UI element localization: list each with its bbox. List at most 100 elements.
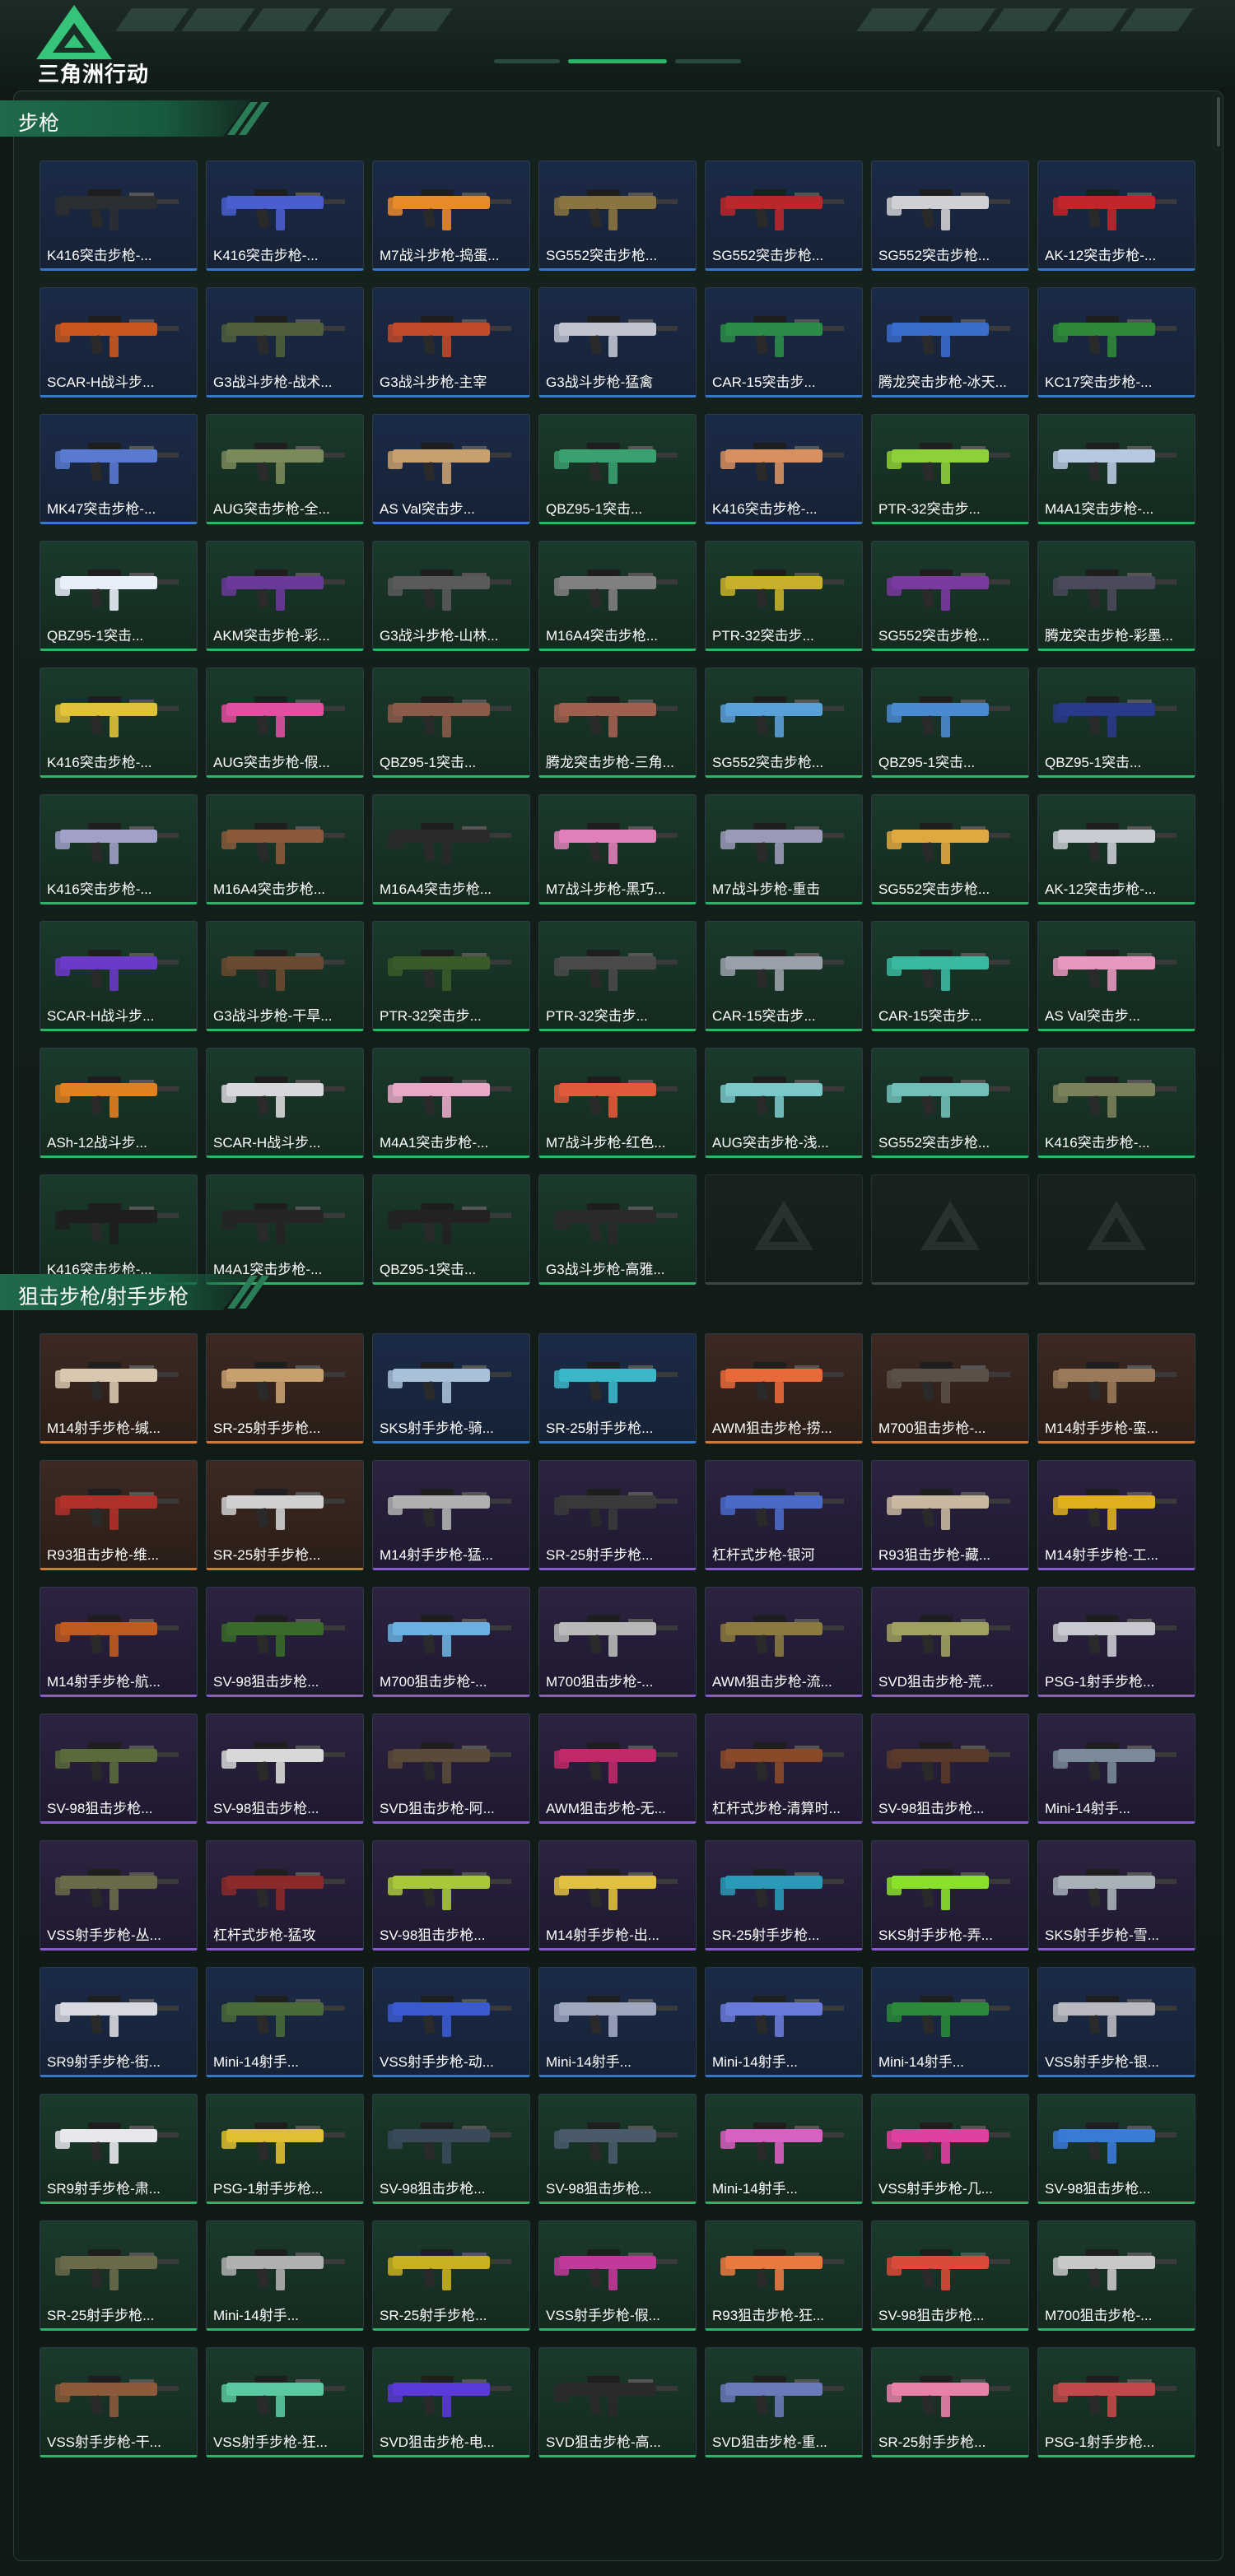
weapon-skin-card[interactable]: SR-25射手步枪...: [372, 2220, 530, 2331]
weapon-skin-card[interactable]: SR-25射手步枪...: [871, 2347, 1029, 2457]
weapon-skin-card[interactable]: SV-98狙击步枪...: [40, 1713, 198, 1824]
weapon-skin-card[interactable]: M14射手步枪-出...: [538, 1840, 697, 1951]
weapon-skin-card[interactable]: MK47突击步枪-...: [40, 414, 198, 524]
weapon-skin-card[interactable]: SG552突击步枪...: [871, 794, 1029, 904]
weapon-skin-card[interactable]: PTR-32突击步...: [372, 921, 530, 1031]
weapon-skin-card[interactable]: AWM狙击步枪-无...: [538, 1713, 697, 1824]
weapon-skin-card[interactable]: AWM狙击步枪-流...: [705, 1587, 863, 1697]
weapon-skin-card[interactable]: SV-98狙击步枪...: [372, 1840, 530, 1951]
weapon-skin-card[interactable]: KC17突击步枪-...: [1037, 287, 1195, 398]
weapon-skin-card[interactable]: QBZ95-1突击...: [538, 414, 697, 524]
weapon-skin-card[interactable]: G3战斗步枪-战术...: [206, 287, 364, 398]
weapon-skin-card[interactable]: Mini-14射手...: [871, 1967, 1029, 2077]
weapon-skin-card[interactable]: R93狙击步枪-维...: [40, 1460, 198, 1570]
weapon-skin-card[interactable]: SVD狙击步枪-重...: [705, 2347, 863, 2457]
weapon-skin-card[interactable]: VSS射手步枪-动...: [372, 1967, 530, 2077]
weapon-skin-card[interactable]: PSG-1射手步枪...: [1037, 2347, 1195, 2457]
weapon-skin-card[interactable]: SR-25射手步枪...: [206, 1460, 364, 1570]
weapon-skin-card[interactable]: VSS射手步枪-几...: [871, 2094, 1029, 2204]
weapon-skin-card[interactable]: M16A4突击步枪...: [372, 794, 530, 904]
weapon-skin-card[interactable]: 腾龙突击步枪-三角...: [538, 667, 697, 778]
weapon-skin-card[interactable]: M14射手步枪-猛...: [372, 1460, 530, 1570]
weapon-skin-card[interactable]: QBZ95-1突击...: [871, 667, 1029, 778]
weapon-skin-card[interactable]: G3战斗步枪-山林...: [372, 541, 530, 651]
weapon-skin-card[interactable]: AWM狙击步枪-捞...: [705, 1333, 863, 1444]
weapon-skin-card[interactable]: K416突击步枪-...: [705, 414, 863, 524]
weapon-skin-card[interactable]: SCAR-H战斗步...: [40, 287, 198, 398]
weapon-skin-card[interactable]: VSS射手步枪-银...: [1037, 1967, 1195, 2077]
weapon-skin-card[interactable]: M4A1突击步枪-...: [1037, 414, 1195, 524]
weapon-skin-card[interactable]: SG552突击步枪...: [871, 1048, 1029, 1158]
weapon-skin-card[interactable]: K416突击步枪-...: [40, 1174, 198, 1285]
weapon-skin-card[interactable]: AS Val突击步...: [372, 414, 530, 524]
weapon-skin-card[interactable]: QBZ95-1突击...: [40, 541, 198, 651]
weapon-skin-card[interactable]: M4A1突击步枪-...: [372, 1048, 530, 1158]
weapon-skin-card[interactable]: Mini-14射手...: [705, 2094, 863, 2204]
weapon-skin-card[interactable]: CAR-15突击步...: [871, 921, 1029, 1031]
weapon-skin-card[interactable]: G3战斗步枪-高雅...: [538, 1174, 697, 1285]
weapon-skin-card[interactable]: SR-25射手步枪...: [40, 2220, 198, 2331]
weapon-skin-card[interactable]: QBZ95-1突击...: [372, 1174, 530, 1285]
weapon-skin-card[interactable]: SKS射手步枪-雪...: [1037, 1840, 1195, 1951]
weapon-skin-card[interactable]: SVD狙击步枪-阿...: [372, 1713, 530, 1824]
weapon-skin-card[interactable]: G3战斗步枪-主宰: [372, 287, 530, 398]
weapon-skin-card[interactable]: M700狙击步枪-...: [871, 1333, 1029, 1444]
weapon-skin-card[interactable]: PSG-1射手步枪...: [1037, 1587, 1195, 1697]
weapon-skin-card[interactable]: M16A4突击步枪...: [206, 794, 364, 904]
weapon-skin-card[interactable]: 腾龙突击步枪-冰天...: [871, 287, 1029, 398]
weapon-skin-card[interactable]: VSS射手步枪-狂...: [206, 2347, 364, 2457]
weapon-skin-card[interactable]: Mini-14射手...: [206, 1967, 364, 2077]
weapon-skin-card[interactable]: M7战斗步枪-重击: [705, 794, 863, 904]
weapon-skin-card[interactable]: K416突击步枪-...: [206, 160, 364, 271]
weapon-skin-card[interactable]: SV-98狙击步枪...: [538, 2094, 697, 2204]
weapon-skin-card[interactable]: SR-25射手步枪...: [538, 1460, 697, 1570]
weapon-skin-card[interactable]: PTR-32突击步...: [871, 414, 1029, 524]
weapon-skin-card[interactable]: VSS射手步枪-干...: [40, 2347, 198, 2457]
weapon-skin-card[interactable]: K416突击步枪-...: [1037, 1048, 1195, 1158]
weapon-skin-card[interactable]: SR-25射手步枪...: [206, 1333, 364, 1444]
weapon-skin-card[interactable]: M700狙击步枪-...: [538, 1587, 697, 1697]
weapon-skin-card[interactable]: SVD狙击步枪-电...: [372, 2347, 530, 2457]
weapon-skin-card[interactable]: PTR-32突击步...: [538, 921, 697, 1031]
weapon-skin-card[interactable]: SKS射手步枪-骑...: [372, 1333, 530, 1444]
weapon-skin-card[interactable]: G3战斗步枪-猛禽: [538, 287, 697, 398]
weapon-skin-card[interactable]: SV-98狙击步枪...: [372, 2094, 530, 2204]
weapon-skin-card[interactable]: QBZ95-1突击...: [1037, 667, 1195, 778]
weapon-skin-card[interactable]: Mini-14射手...: [538, 1967, 697, 2077]
weapon-skin-card[interactable]: QBZ95-1突击...: [372, 667, 530, 778]
weapon-skin-card[interactable]: M7战斗步枪-捣蛋...: [372, 160, 530, 271]
weapon-skin-card[interactable]: SG552突击步枪...: [705, 160, 863, 271]
weapon-skin-card[interactable]: VSS射手步枪-假...: [538, 2220, 697, 2331]
weapon-skin-card[interactable]: AKM突击步枪-彩...: [206, 541, 364, 651]
weapon-skin-card[interactable]: M700狙击步枪-...: [372, 1587, 530, 1697]
weapon-skin-card[interactable]: R93狙击步枪-狂...: [705, 2220, 863, 2331]
weapon-skin-card[interactable]: M14射手步枪-缄...: [40, 1333, 198, 1444]
weapon-skin-card[interactable]: K416突击步枪-...: [40, 667, 198, 778]
weapon-skin-card[interactable]: M16A4突击步枪...: [538, 541, 697, 651]
weapon-skin-card[interactable]: Mini-14射手...: [1037, 1713, 1195, 1824]
weapon-skin-card[interactable]: SV-98狙击步枪...: [206, 1713, 364, 1824]
weapon-skin-card[interactable]: SG552突击步枪...: [705, 667, 863, 778]
weapon-skin-card[interactable]: SVD狙击步枪-高...: [538, 2347, 697, 2457]
weapon-skin-card[interactable]: SV-98狙击步枪...: [871, 2220, 1029, 2331]
weapon-skin-card[interactable]: M700狙击步枪-...: [1037, 2220, 1195, 2331]
weapon-skin-card[interactable]: M7战斗步枪-红色...: [538, 1048, 697, 1158]
scrollbar[interactable]: [1217, 97, 1220, 146]
weapon-skin-card[interactable]: AK-12突击步枪-...: [1037, 794, 1195, 904]
weapon-skin-card[interactable]: SR9射手步枪-街...: [40, 1967, 198, 2077]
weapon-skin-card[interactable]: AUG突击步枪-假...: [206, 667, 364, 778]
weapon-skin-card[interactable]: M14射手步枪-蛮...: [1037, 1333, 1195, 1444]
weapon-skin-card[interactable]: SG552突击步枪...: [871, 160, 1029, 271]
weapon-skin-card[interactable]: SCAR-H战斗步...: [40, 921, 198, 1031]
weapon-skin-card[interactable]: 杠杆式步枪-猛攻: [206, 1840, 364, 1951]
weapon-skin-card[interactable]: AUG突击步枪-浅...: [705, 1048, 863, 1158]
weapon-skin-card[interactable]: SG552突击步枪...: [538, 160, 697, 271]
weapon-skin-card[interactable]: PTR-32突击步...: [705, 541, 863, 651]
weapon-skin-card[interactable]: SV-98狙击步枪...: [1037, 2094, 1195, 2204]
weapon-skin-card[interactable]: AK-12突击步枪-...: [1037, 160, 1195, 271]
weapon-skin-card[interactable]: AUG突击步枪-全...: [206, 414, 364, 524]
weapon-skin-card[interactable]: M4A1突击步枪-...: [206, 1174, 364, 1285]
weapon-skin-card[interactable]: SV-98狙击步枪...: [206, 1587, 364, 1697]
weapon-skin-card[interactable]: Mini-14射手...: [206, 2220, 364, 2331]
weapon-skin-card[interactable]: M14射手步枪-工...: [1037, 1460, 1195, 1570]
